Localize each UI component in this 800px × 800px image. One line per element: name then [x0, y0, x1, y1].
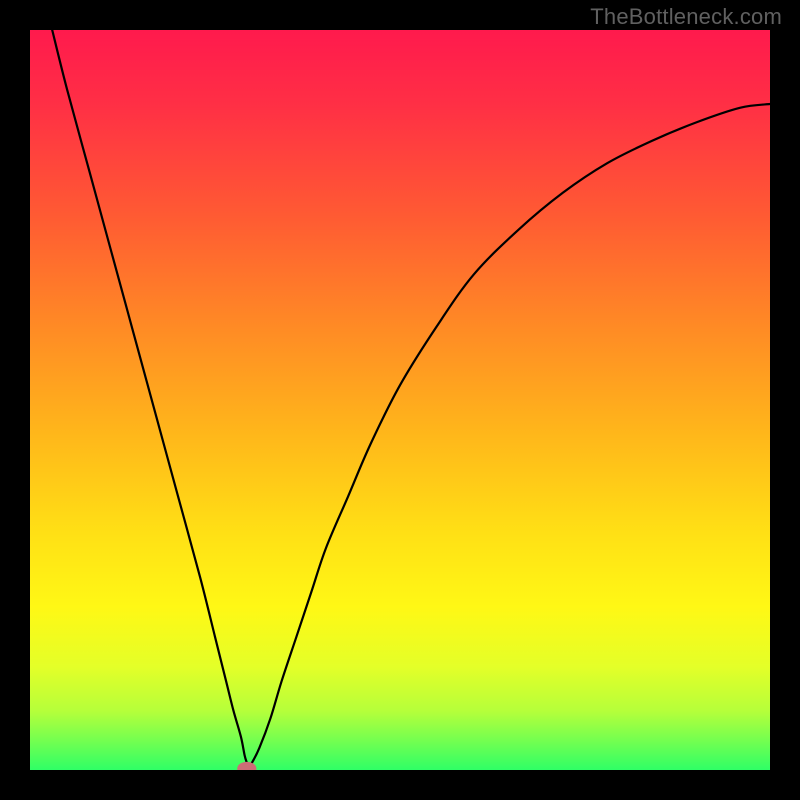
- chart-frame: TheBottleneck.com: [0, 0, 800, 800]
- plot-area: [30, 30, 770, 770]
- chart-svg: [30, 30, 770, 770]
- chart-background: [30, 30, 770, 770]
- watermark-label: TheBottleneck.com: [590, 4, 782, 30]
